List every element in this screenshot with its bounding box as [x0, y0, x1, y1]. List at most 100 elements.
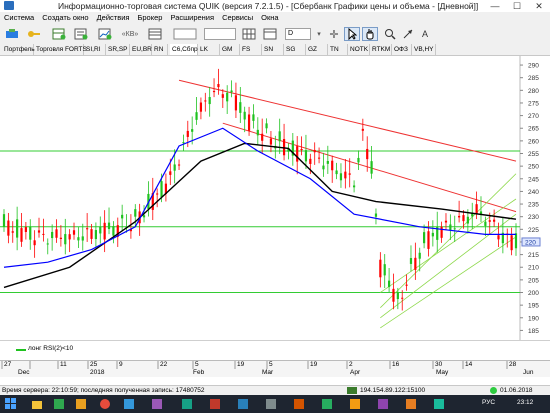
menu-create-window[interactable]: Создать окно [38, 12, 92, 24]
tab-vb-hy[interactable]: VB,HY [412, 44, 436, 55]
candle-body [77, 237, 80, 241]
price-chart-canvas[interactable]: 290 285 280 275 270 265 260 255 250 245 240 235 230 2… [0, 56, 550, 340]
candle-body [59, 237, 62, 240]
tab-eu-br[interactable]: EU,BR [130, 44, 152, 55]
order-book-icon[interactable] [146, 27, 164, 41]
nnkb-button[interactable]: «КВ» [120, 27, 140, 41]
key-icon[interactable] [25, 27, 43, 41]
candle-body [282, 138, 286, 156]
zoom-icon[interactable] [382, 27, 398, 41]
candle-body [212, 90, 216, 93]
text-tool-icon[interactable]: A [418, 27, 432, 41]
tab-rn[interactable]: RN [152, 44, 168, 55]
new-table-icon[interactable] [50, 27, 68, 41]
y-tick-label: 185 [528, 328, 539, 335]
taskbar-app-icon[interactable] [180, 397, 194, 411]
candle-body [366, 148, 369, 160]
candle-body [453, 228, 456, 230]
y-tick-label: 215 [528, 252, 539, 259]
menu-services[interactable]: Сервисы [218, 12, 257, 24]
instrument-field[interactable] [204, 28, 236, 40]
candle-body [29, 226, 32, 240]
candle-body [396, 292, 399, 300]
taskbar-app-icon[interactable] [376, 397, 390, 411]
crosshair-icon[interactable]: ✛ [326, 27, 342, 41]
menu-actions[interactable]: Действия [93, 12, 134, 24]
taskbar-app-icon[interactable] [292, 397, 306, 411]
candle-body [296, 146, 299, 162]
tab-forts[interactable]: Торговля FORTS [34, 44, 87, 55]
tab-ofz[interactable]: ОФЗ [392, 44, 412, 55]
indicator-pane[interactable]: лонг RSI(2)<10 [0, 340, 550, 361]
candle-body [169, 171, 172, 175]
tab-tn[interactable]: TN [328, 44, 348, 55]
tray-language[interactable]: РУС [482, 399, 495, 406]
taskbar-app-icon[interactable] [208, 397, 222, 411]
maximize-button[interactable]: ☐ [506, 0, 528, 12]
tab-rtkm[interactable]: RTKM [370, 44, 392, 55]
taskbar-app-icon[interactable] [348, 397, 362, 411]
taskbar-app-icon[interactable] [432, 397, 446, 411]
taskbar-app-icon[interactable] [74, 397, 88, 411]
candle-body [7, 220, 10, 236]
taskbar-explorer-icon[interactable] [30, 397, 44, 411]
tab-sr-sp[interactable]: SR,SP [106, 44, 130, 55]
new-quotes-icon[interactable] [72, 27, 90, 41]
taskbar-app-icon[interactable] [122, 397, 136, 411]
candle-body [230, 90, 233, 93]
taskbar-app-icon[interactable] [404, 397, 418, 411]
candle-body [195, 112, 198, 120]
start-icon[interactable] [4, 397, 18, 411]
minimize-button[interactable]: — [484, 0, 506, 12]
tab-si-ri[interactable]: SI,RI [84, 44, 106, 55]
dropdown-arrow-icon[interactable]: ▾ [314, 27, 324, 41]
tab-sn[interactable]: SN [262, 44, 284, 55]
hand-icon[interactable] [362, 27, 378, 41]
candle-body [90, 229, 93, 239]
y-tick-label: 230 [528, 214, 539, 221]
taskbar-app-icon[interactable] [320, 397, 334, 411]
arrow-tool-icon[interactable] [400, 27, 416, 41]
candle-body [11, 231, 14, 233]
candle-body [177, 164, 181, 166]
candle-body [24, 227, 27, 232]
tab-fs[interactable]: FS [240, 44, 262, 55]
candle-body [37, 230, 41, 233]
period-select[interactable]: D [285, 28, 311, 40]
taskbar-app-icon[interactable] [52, 397, 66, 411]
candle-body [352, 185, 356, 188]
tab-portfolio[interactable]: Портфель [2, 44, 35, 55]
pointer-icon[interactable] [344, 27, 360, 41]
candle-body [335, 170, 338, 175]
menu-sistema[interactable]: Система [0, 12, 38, 24]
tab-lk[interactable]: LK [198, 44, 220, 55]
grid-icon[interactable] [240, 27, 258, 41]
candle-body [20, 228, 23, 242]
tab-notk[interactable]: NOTK [348, 44, 370, 55]
close-button[interactable]: ✕ [528, 0, 550, 12]
taskbar-app-icon[interactable] [236, 397, 250, 411]
candle-body [357, 157, 360, 163]
connect-icon[interactable] [3, 27, 21, 41]
price-chart[interactable]: 290 285 280 275 270 265 260 255 250 245 240 235 230 2… [0, 56, 550, 360]
tab-c6-sbpr[interactable]: C6,Сбпр [170, 44, 198, 55]
candle-body [72, 230, 76, 235]
candle-body [191, 129, 194, 132]
candle-body [431, 232, 434, 237]
menu-extensions[interactable]: Расширения [166, 12, 218, 24]
taskbar-app-icon[interactable] [264, 397, 278, 411]
menu-windows[interactable]: Окна [257, 12, 282, 24]
taskbar-app-icon[interactable] [98, 397, 112, 411]
tab-gm[interactable]: GM [220, 44, 240, 55]
new-chart-icon[interactable] [96, 27, 114, 41]
menu-broker[interactable]: Брокер [133, 12, 166, 24]
tab-gz[interactable]: GZ [306, 44, 328, 55]
candle-body [418, 252, 421, 259]
tray-clock[interactable]: 23:12 [517, 399, 533, 406]
table-settings-icon[interactable] [261, 27, 279, 41]
taskbar-app-icon[interactable] [150, 397, 164, 411]
candle-body [462, 215, 465, 222]
tab-sg[interactable]: SG [284, 44, 306, 55]
candle-body [374, 213, 378, 217]
calculator-icon[interactable] [170, 27, 200, 41]
